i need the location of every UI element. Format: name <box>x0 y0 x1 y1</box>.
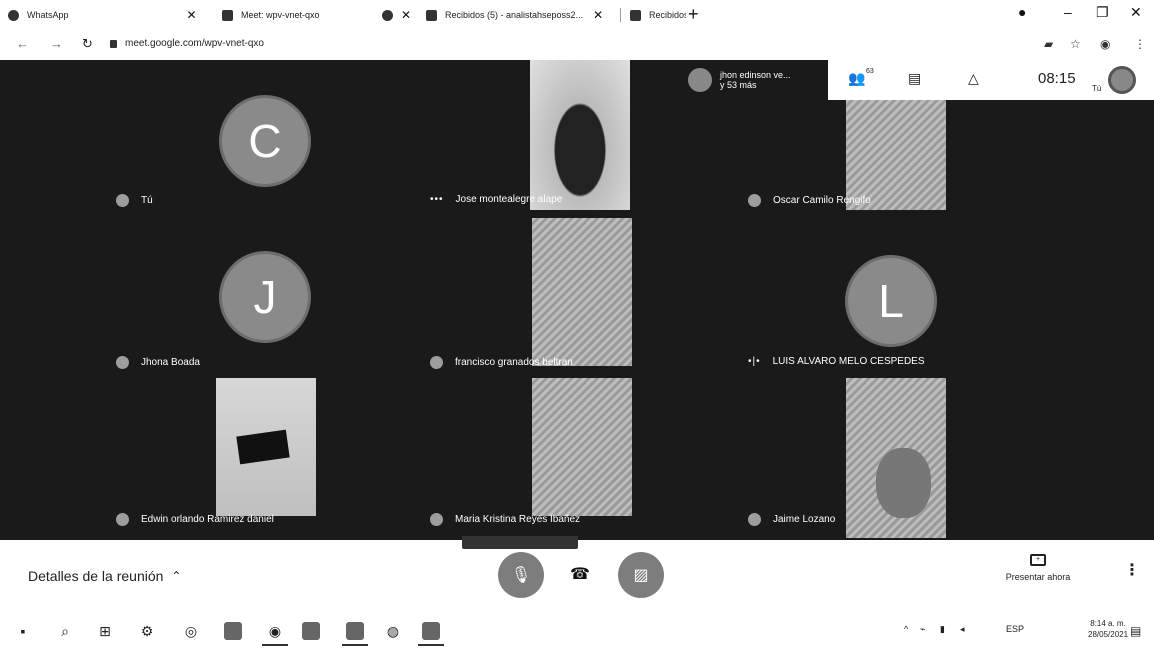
participant-name: Tú <box>116 194 153 207</box>
more-options-icon[interactable]: ⋮ <box>1124 560 1140 580</box>
app-icon[interactable]: ⚙ <box>138 622 156 640</box>
whatsapp-icon <box>8 9 19 21</box>
participant-video <box>532 378 632 516</box>
participant-avatar: J <box>222 254 308 340</box>
participant-name: Oscar Camilo Rengifo <box>748 194 871 207</box>
system-clock[interactable]: 8:14 a. m. 28/05/2021 <box>1088 618 1128 640</box>
close-icon[interactable]: ✕ <box>401 8 411 22</box>
top-participants-summary[interactable]: jhon edinson ve... y 53 más <box>688 62 828 98</box>
menu-icon[interactable]: ⋮ <box>1134 37 1146 51</box>
participant-avatar: C <box>222 98 308 184</box>
tab-meet[interactable]: Meet: wpv-vnet-qxo <box>222 6 320 24</box>
mic-toggle-button[interactable]: 🎙 <box>498 552 544 598</box>
people-icon[interactable]: 👥 <box>848 70 865 87</box>
close-icon[interactable]: ✕ <box>187 8 197 22</box>
search-icon[interactable]: ⌕ <box>56 622 74 640</box>
language-indicator[interactable]: ESP <box>1006 624 1024 634</box>
participant-name: Jhona Boada <box>116 356 200 369</box>
participant-name: Edwin orlando Ramirez daniel <box>116 513 274 526</box>
windows-start-icon[interactable]: ▪ <box>14 622 32 640</box>
forward-icon[interactable]: → <box>50 36 63 51</box>
app-icon[interactable]: ◍ <box>384 622 402 640</box>
meeting-details-button[interactable]: Detalles de la reunión ⌃ <box>28 568 181 584</box>
word-icon[interactable] <box>342 622 368 646</box>
participant-video <box>532 218 632 366</box>
meeting-top-panel: 👥 63 ▤ △ 08:15 Tú <box>828 60 1154 100</box>
meeting-controls-bar: Detalles de la reunión ⌃ 🎙 ☎ ▨ + Present… <box>0 540 1154 612</box>
speaking-indicator-icon: •|• <box>748 356 761 367</box>
mic-muted-icon <box>116 194 129 207</box>
participant-name: ••• Jose montealegre alape <box>430 194 563 205</box>
participant-name: francisco granados beltran <box>430 356 573 369</box>
url-field[interactable]: meet.google.com/wpv-vnet-qxo <box>110 38 264 49</box>
notifications-icon[interactable]: ▤ <box>1130 624 1141 638</box>
gmail-icon <box>630 9 641 21</box>
maximize-button[interactable]: ❐ <box>1096 4 1109 21</box>
avatar <box>688 68 712 92</box>
tab-gmail-2[interactable]: Recibidos (10) - sigseguridad20... <box>630 6 686 24</box>
show-hidden-icons[interactable]: ^ <box>904 624 908 634</box>
close-window-button[interactable]: ✕ <box>1130 4 1142 21</box>
participant-avatar: L <box>848 258 934 344</box>
edge-icon[interactable]: ◎ <box>182 622 200 640</box>
participant-name: Maria Kristina Reyes Ibañez <box>430 513 580 526</box>
tooltip <box>462 536 578 549</box>
meeting-clock: 08:15 <box>1038 70 1076 87</box>
mic-muted-icon <box>116 513 129 526</box>
camera-toggle-button[interactable]: ▨ <box>618 552 664 598</box>
back-icon[interactable]: ← <box>16 36 29 51</box>
mic-muted-icon <box>748 513 761 526</box>
meet-icon <box>222 9 233 21</box>
new-tab-button[interactable]: + <box>688 4 699 25</box>
explorer-icon[interactable] <box>302 622 320 640</box>
self-avatar[interactable] <box>1108 66 1136 94</box>
present-now-button[interactable]: + Presentar ahora <box>998 554 1078 582</box>
chevron-up-icon: ⌃ <box>171 569 182 583</box>
bookmark-star-icon[interactable]: ☆ <box>1070 37 1081 51</box>
tab-favicon-icon <box>382 9 393 21</box>
participant-name: Jaime Lozano <box>748 513 835 526</box>
windows-taskbar: ▪ ⌕ ⊞ ⚙ ◎ ◉ ◍ ^ ⌁ ▮ ◂ ESP 8:14 a. m. 28/… <box>0 612 1154 650</box>
activities-icon[interactable]: △ <box>968 70 979 87</box>
volume-icon[interactable]: ◂ <box>960 624 965 635</box>
camera-off-icon: ▨ <box>633 567 649 584</box>
profile-icon[interactable]: ● <box>1018 4 1026 20</box>
gmail-icon <box>426 9 437 21</box>
camera-permission-icon[interactable]: ▰ <box>1044 37 1053 51</box>
present-icon: + <box>1030 554 1046 566</box>
tab-gmail-1[interactable]: Recibidos (5) - analistahseposs2... ✕ <box>426 6 603 24</box>
speaking-indicator-icon: ••• <box>430 194 444 205</box>
chat-icon[interactable]: ▤ <box>908 70 921 87</box>
excel-icon[interactable] <box>418 622 444 646</box>
close-icon[interactable]: ✕ <box>593 8 603 22</box>
task-view-icon[interactable]: ⊞ <box>96 622 114 640</box>
participant-video <box>846 378 946 538</box>
mic-muted-icon <box>748 194 761 207</box>
participant-name: •|• LUIS ALVARO MELO CESPEDES <box>748 356 925 367</box>
battery-icon[interactable]: ▮ <box>940 624 945 635</box>
participant-video <box>216 378 316 516</box>
chrome-icon[interactable]: ◉ <box>262 622 288 646</box>
mic-muted-icon <box>430 513 443 526</box>
tab-whatsapp[interactable]: WhatsApp ✕ <box>8 6 197 24</box>
minimize-button[interactable]: – <box>1064 4 1072 20</box>
hang-up-button[interactable]: ☎ <box>570 564 590 584</box>
lock-icon <box>110 39 117 48</box>
address-bar-row: ← → ↻ meet.google.com/wpv-vnet-qxo ▰ ☆ ◉… <box>0 30 1154 60</box>
participant-video <box>530 60 630 210</box>
mic-muted-icon <box>116 356 129 369</box>
extension-icon[interactable]: ◉ <box>1100 37 1110 51</box>
store-icon[interactable] <box>224 622 242 640</box>
network-icon[interactable]: ⌁ <box>920 624 925 635</box>
reload-icon[interactable]: ↻ <box>82 36 93 52</box>
tab-unknown[interactable]: ✕ <box>382 6 411 24</box>
mic-off-icon: 🎙 <box>510 567 532 584</box>
mic-muted-icon <box>430 356 443 369</box>
tab-divider <box>620 8 621 22</box>
browser-tab-strip: WhatsApp ✕ Meet: wpv-vnet-qxo ✕ Recibido… <box>0 0 1154 30</box>
